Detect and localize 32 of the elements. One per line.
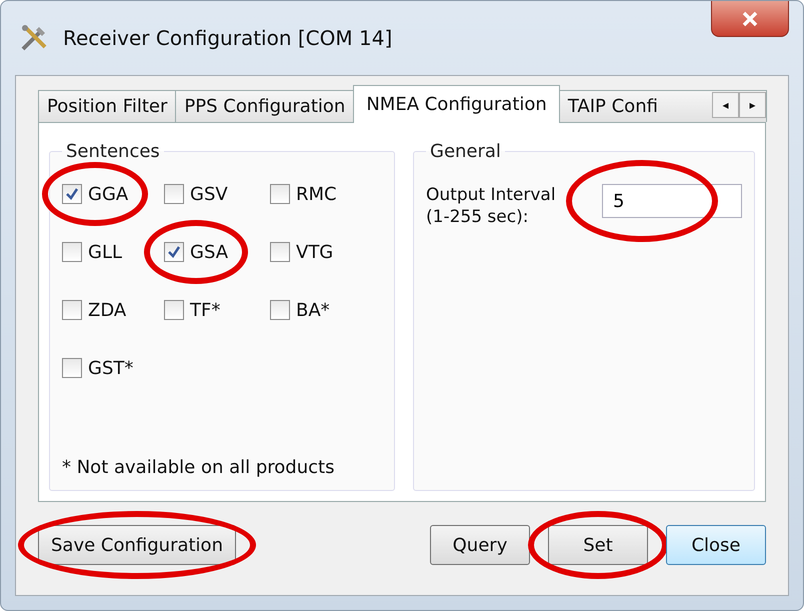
dialog-button[interactable]: Set: [548, 525, 648, 565]
dialog-button[interactable]: Save Configuration: [38, 525, 236, 565]
tab[interactable]: PPS Configuration: [175, 90, 354, 122]
checkbox[interactable]: [270, 300, 290, 320]
close-icon: [741, 10, 759, 26]
tools-icon: [19, 23, 49, 53]
checkbox[interactable]: [62, 184, 82, 204]
checkbox[interactable]: [270, 242, 290, 262]
check-icon: [166, 244, 182, 260]
tab[interactable]: Position Filter: [38, 90, 176, 122]
footnote: * Not available on all products: [62, 457, 336, 478]
group-title: Sentences: [65, 141, 161, 162]
group-title: General: [429, 141, 502, 162]
tab-scroll-button[interactable]: ◂: [712, 92, 739, 118]
checkbox[interactable]: [270, 184, 290, 204]
input-field[interactable]: 5: [602, 184, 742, 218]
checkbox[interactable]: [62, 358, 82, 378]
checkbox[interactable]: [164, 242, 184, 262]
tab-scroll-button[interactable]: ▸: [739, 92, 766, 118]
checkbox[interactable]: [164, 300, 184, 320]
field-label: Output Interval (1-255 sec):: [426, 184, 557, 228]
check-icon: [64, 186, 80, 202]
dialog-button[interactable]: Query: [430, 525, 530, 565]
checkbox[interactable]: [62, 300, 82, 320]
checkbox-option[interactable]: GGA: [42, 162, 148, 226]
tab[interactable]: NMEA Configuration: [353, 85, 560, 123]
close-button[interactable]: [711, 1, 789, 37]
checkbox-option[interactable]: GSA: [144, 220, 248, 284]
window-title: Receiver Configuration [COM 14]: [63, 26, 392, 50]
checkbox[interactable]: [164, 184, 184, 204]
dialog-button[interactable]: Close: [666, 525, 766, 565]
checkbox[interactable]: [62, 242, 82, 262]
